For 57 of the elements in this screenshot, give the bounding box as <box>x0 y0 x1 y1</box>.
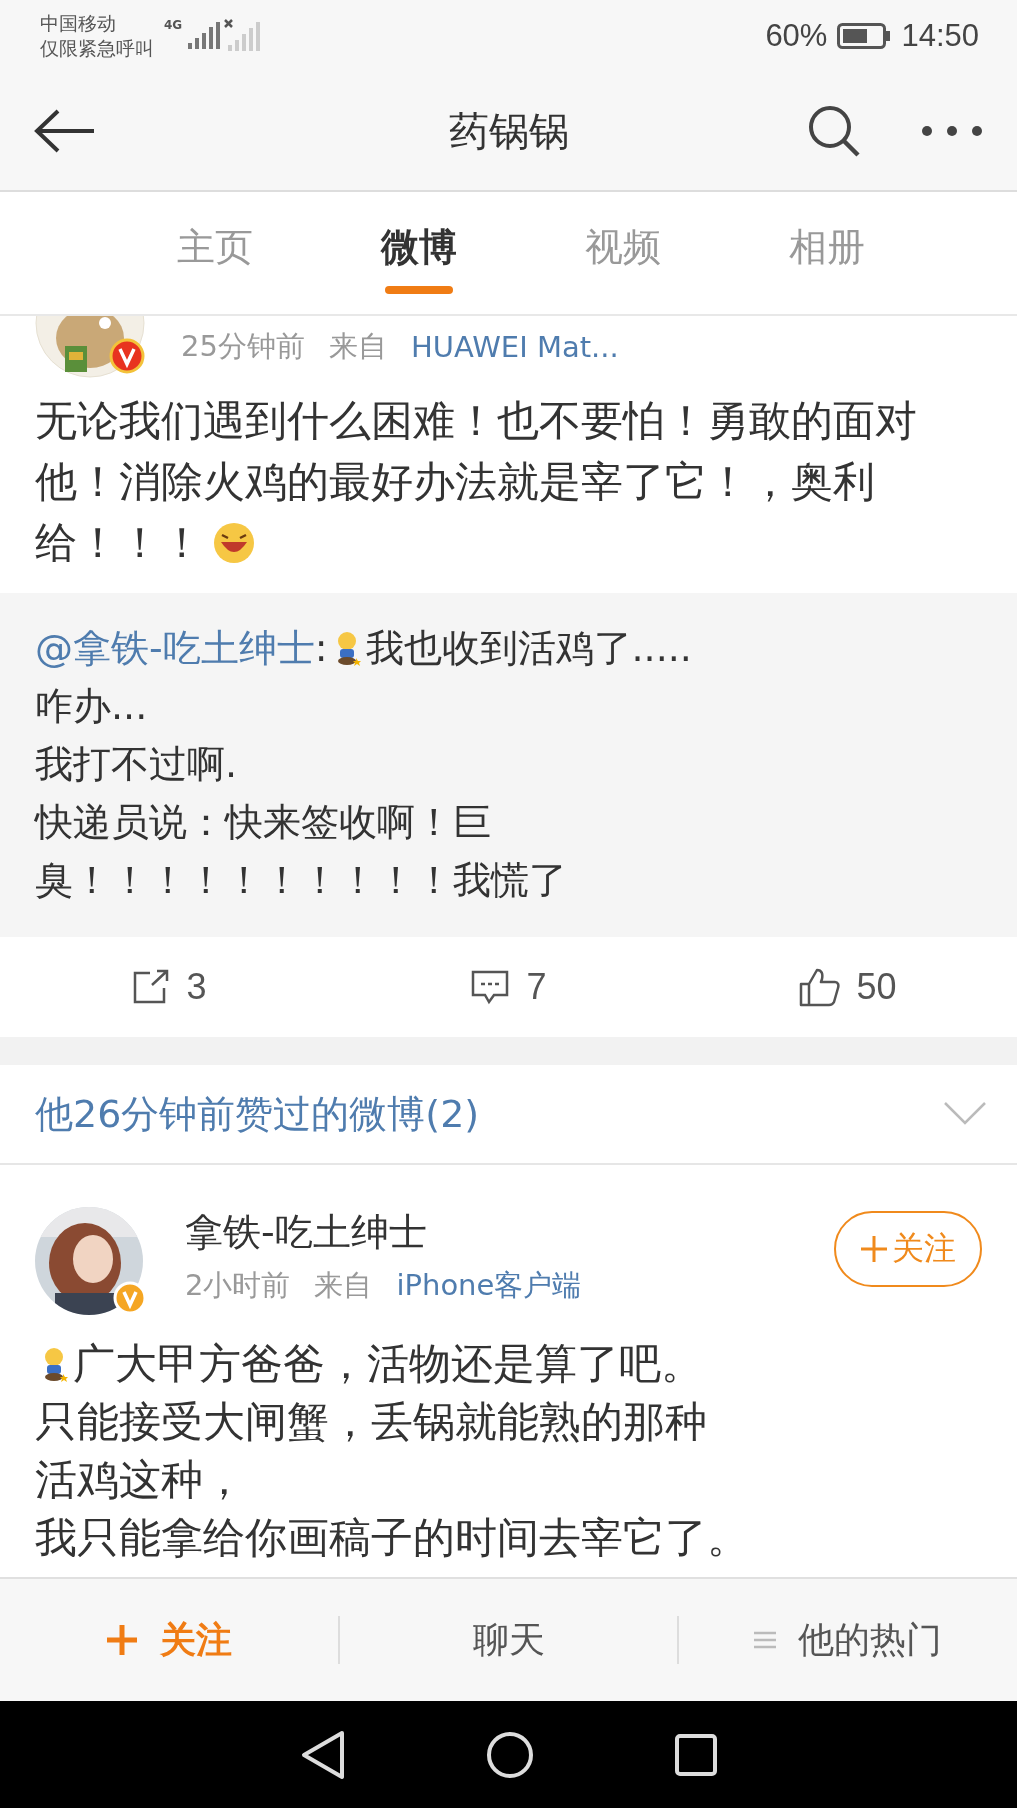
separator: : <box>314 625 328 672</box>
post-text-line: 给！！！ <box>35 517 203 569</box>
signal-icon <box>186 21 221 51</box>
repost-button[interactable]: 3 <box>0 937 339 1037</box>
post-text-line: 无论我们遇到什么困难！也不要怕！勇敢的面对 <box>35 395 917 447</box>
battery-percent: 60% <box>765 18 828 54</box>
repost-text-line: 快递员说：快来签收啊！巨 <box>35 799 491 846</box>
chat-button[interactable]: 聊天 <box>339 1579 678 1701</box>
recents-nav-icon[interactable] <box>673 1732 718 1777</box>
search-icon[interactable] <box>807 104 861 158</box>
post-time: 25分钟前 <box>181 328 305 365</box>
hot-posts-button[interactable]: 他的热门 <box>679 1579 1017 1701</box>
section-title: 他26分钟前赞过的微博(2) <box>35 1090 480 1138</box>
plus-icon <box>105 1624 138 1656</box>
list-icon <box>754 1630 777 1650</box>
post-text-line: 活鸡这种， <box>35 1454 245 1506</box>
post-text-line: 我只能拿给你画稿子的时间去宰它了。 <box>35 1512 749 1564</box>
verified-badge-icon <box>113 1281 147 1315</box>
carrier-note: 仅限紧急呼叫 <box>40 36 154 61</box>
network-type: 4G <box>164 18 183 32</box>
author-name[interactable]: 拿铁-吃土绅士 <box>185 1207 834 1258</box>
post-text-line: 广大甲方爸爸，活物还是算了吧。 <box>73 1338 703 1390</box>
home-nav-icon[interactable] <box>485 1730 534 1779</box>
source-link[interactable]: iPhone客户端 <box>396 1266 582 1306</box>
repost-text-line: 我也收到活鸡了..... <box>365 625 692 672</box>
laughing-emoji-icon <box>213 521 255 564</box>
plus-icon <box>860 1235 888 1263</box>
follow-button[interactable]: 关注 <box>834 1211 982 1287</box>
verified-badge-icon <box>109 338 145 374</box>
comment-icon <box>470 969 511 1005</box>
post-time: 2小时前 <box>185 1267 291 1304</box>
page-title: 药锅锅 <box>448 106 569 156</box>
tab[interactable]: 相册 <box>725 192 929 314</box>
more-icon[interactable] <box>921 125 983 137</box>
tab[interactable]: 视频 <box>521 192 725 314</box>
carrier-name: 中国移动 <box>40 11 117 36</box>
post-text-line: 他！消除火鸡的最好办法就是宰了它！，奥利 <box>35 456 875 508</box>
back-nav-icon[interactable] <box>299 1729 346 1780</box>
no-signal-icon <box>224 19 261 53</box>
source-link[interactable]: HUAWEI Mat... <box>410 330 619 364</box>
source-prefix: 来自 <box>314 1267 373 1304</box>
source-prefix: 来自 <box>328 328 387 365</box>
repost-text-line: 我打不过啊. <box>35 741 238 788</box>
tab[interactable]: 微博 <box>317 192 521 314</box>
back-icon[interactable] <box>34 109 96 153</box>
repost-text-line: 臭！！！！！！！！！！我慌了 <box>35 857 567 904</box>
repost-text-line: 咋办... <box>35 683 148 730</box>
battery-icon <box>837 23 892 49</box>
mention-link[interactable]: @拿铁-吃土绅士 <box>35 619 315 677</box>
comment-button[interactable]: 7 <box>339 937 678 1037</box>
thumbs-up-icon <box>798 967 841 1007</box>
like-button[interactable]: 50 <box>678 937 1017 1037</box>
follow-button[interactable]: 关注 <box>0 1579 338 1701</box>
post-text-line: 只能接受大闸蟹，丢锅就能熟的那种 <box>35 1396 707 1448</box>
clock: 14:50 <box>901 18 979 54</box>
tab[interactable]: 主页 <box>113 192 317 314</box>
share-icon <box>132 969 171 1005</box>
